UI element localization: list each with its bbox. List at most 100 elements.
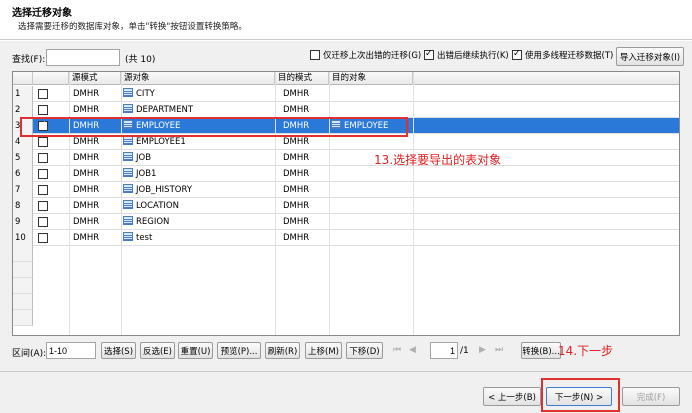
src-object-cell: DEPARTMENT [123, 102, 193, 118]
range-label: 区间(A): [12, 349, 47, 359]
empty-row-header [13, 246, 33, 262]
row-checkbox[interactable] [38, 233, 48, 243]
src-object-name: DEPARTMENT [136, 105, 194, 115]
dst-schema-cell: DMHR [283, 217, 310, 227]
import-objects-button[interactable]: 导入迁移对象(I) [616, 47, 684, 66]
src-object-name: JOB1 [136, 169, 157, 179]
multithread-label: 使用多线程迁移数据(T) [525, 51, 614, 61]
table-row[interactable]: 8 DMHR LOCATION DMHR [13, 198, 679, 214]
reset-button[interactable]: 重置(U) [178, 342, 213, 359]
wizard-header: 选择迁移对象 选择需要迁移的数据库对象，单击"转换"按钮设置转换策略。 [0, 0, 692, 40]
option-continue-on-error[interactable]: 出错后继续执行(K) [424, 48, 509, 61]
row-number: 8 [13, 198, 33, 214]
last-page-icon[interactable]: ⏭ [495, 345, 503, 355]
finish-button[interactable]: 完成(F) [622, 387, 680, 406]
prev-page-icon[interactable]: ◀ [409, 345, 416, 355]
continue-on-error-label: 出错后继续执行(K) [437, 51, 509, 61]
dst-schema-cell: DMHR [283, 89, 310, 99]
preview-button[interactable]: 预览(P)... [217, 342, 261, 359]
table-row[interactable]: 7 DMHR JOB_HISTORY DMHR [13, 182, 679, 198]
empty-row-header [13, 278, 33, 294]
table-row[interactable]: 1 DMHR CITY DMHR [13, 86, 679, 102]
row-number: 1 [13, 86, 33, 102]
src-object-cell: REGION [123, 214, 169, 230]
src-schema-cell: DMHR [73, 169, 100, 179]
row-checkbox[interactable] [38, 89, 48, 99]
move-up-button[interactable]: 上移(M) [305, 342, 342, 359]
invert-button[interactable]: 反选(E) [140, 342, 175, 359]
last-error-label: 仅迁移上次出错的迁移(G) [323, 51, 422, 61]
src-schema-cell: DMHR [73, 217, 100, 227]
src-object-name: test [136, 233, 153, 243]
row-checkbox[interactable] [38, 201, 48, 211]
col-header-dst-object[interactable]: 目的对象 [329, 72, 413, 85]
col-header-src-object[interactable]: 源对象 [121, 72, 275, 85]
next-page-icon[interactable]: ▶ [479, 345, 486, 355]
table-icon [123, 216, 133, 225]
option-multithread[interactable]: 使用多线程迁移数据(T) [512, 48, 614, 61]
convert-button[interactable]: 转换(B)... [521, 342, 561, 359]
table-row[interactable]: 9 DMHR REGION DMHR [13, 214, 679, 230]
last-error-checkbox[interactable] [310, 50, 320, 60]
row-checkbox[interactable] [38, 105, 48, 115]
dst-schema-cell: DMHR [283, 105, 310, 115]
column-divider [275, 72, 276, 335]
multithread-checkbox[interactable] [512, 48, 522, 60]
table-icon [123, 136, 133, 145]
filter-toolbar: 查找(F): (共 10) 仅迁移上次出错的迁移(G) 出错后继续执行(K) 使… [0, 41, 692, 71]
migration-object-grid: 源模式 源对象 目的模式 目的对象 1 DMHR CITY DMHR 2 DMHR DEPA… [12, 71, 680, 336]
src-schema-cell: DMHR [73, 153, 100, 163]
empty-row-header [13, 262, 33, 278]
row-checkbox[interactable] [38, 169, 48, 179]
src-object-cell: JOB1 [123, 166, 156, 182]
wizard-body: 查找(F): (共 10) 仅迁移上次出错的迁移(G) 出错后继续执行(K) 使… [0, 41, 692, 371]
src-object-cell: JOB [123, 150, 151, 166]
page-total: /1 [460, 346, 469, 356]
src-object-name: JOB [136, 153, 152, 163]
page-input[interactable] [430, 342, 458, 359]
empty-row-header [13, 294, 33, 310]
row-number: 2 [13, 102, 33, 118]
row-number: 7 [13, 182, 33, 198]
table-row[interactable]: 2 DMHR DEPARTMENT DMHR [13, 102, 679, 118]
annotation-step-14: 14.下一步 [558, 344, 614, 358]
range-toolbar: 区间(A): 选择(S) 反选(E) 重置(U) 预览(P)... 刷新(R) … [0, 338, 692, 364]
range-input[interactable] [46, 342, 96, 359]
highlight-box-next-button [541, 378, 620, 412]
option-last-error[interactable]: 仅迁移上次出错的迁移(G) [310, 49, 421, 61]
table-icon [123, 200, 133, 209]
src-schema-cell: DMHR [73, 185, 100, 195]
col-header-src-schema[interactable]: 源模式 [69, 72, 121, 85]
continue-on-error-checkbox[interactable] [424, 48, 434, 60]
dst-schema-cell: DMHR [283, 185, 310, 195]
wizard-footer: < 上一步(B) 下一步(N) > 完成(F) [0, 371, 692, 413]
row-number: 6 [13, 166, 33, 182]
search-label: 查找(F): [12, 55, 46, 65]
table-row[interactable]: 10 DMHR test DMHR [13, 230, 679, 246]
table-row[interactable]: 6 DMHR JOB1 DMHR [13, 166, 679, 182]
src-schema-cell: DMHR [73, 105, 100, 115]
grid-header: 源模式 源对象 目的模式 目的对象 [13, 72, 679, 85]
object-count: (共 10) [125, 55, 156, 65]
row-number: 5 [13, 150, 33, 166]
row-checkbox[interactable] [38, 217, 48, 227]
refresh-button[interactable]: 刷新(R) [265, 342, 300, 359]
table-icon [123, 88, 133, 97]
row-checkbox[interactable] [38, 185, 48, 195]
dst-schema-cell: DMHR [283, 169, 310, 179]
column-divider [69, 72, 70, 335]
src-object-cell: CITY [123, 86, 155, 102]
col-header-dst-schema[interactable]: 目的模式 [275, 72, 329, 85]
prev-step-button[interactable]: < 上一步(B) [483, 387, 541, 406]
src-schema-cell: DMHR [73, 89, 100, 99]
table-row[interactable]: 5 DMHR JOB DMHR [13, 150, 679, 166]
move-down-button[interactable]: 下移(D) [346, 342, 383, 359]
search-input[interactable] [46, 49, 120, 66]
select-button[interactable]: 选择(S) [101, 342, 136, 359]
src-object-cell: JOB_HISTORY [123, 182, 192, 198]
row-checkbox[interactable] [38, 153, 48, 163]
first-page-icon[interactable]: ⏮ [393, 345, 401, 355]
src-object-cell: LOCATION [123, 198, 179, 214]
table-icon [123, 152, 133, 161]
row-checkbox[interactable] [38, 137, 48, 147]
